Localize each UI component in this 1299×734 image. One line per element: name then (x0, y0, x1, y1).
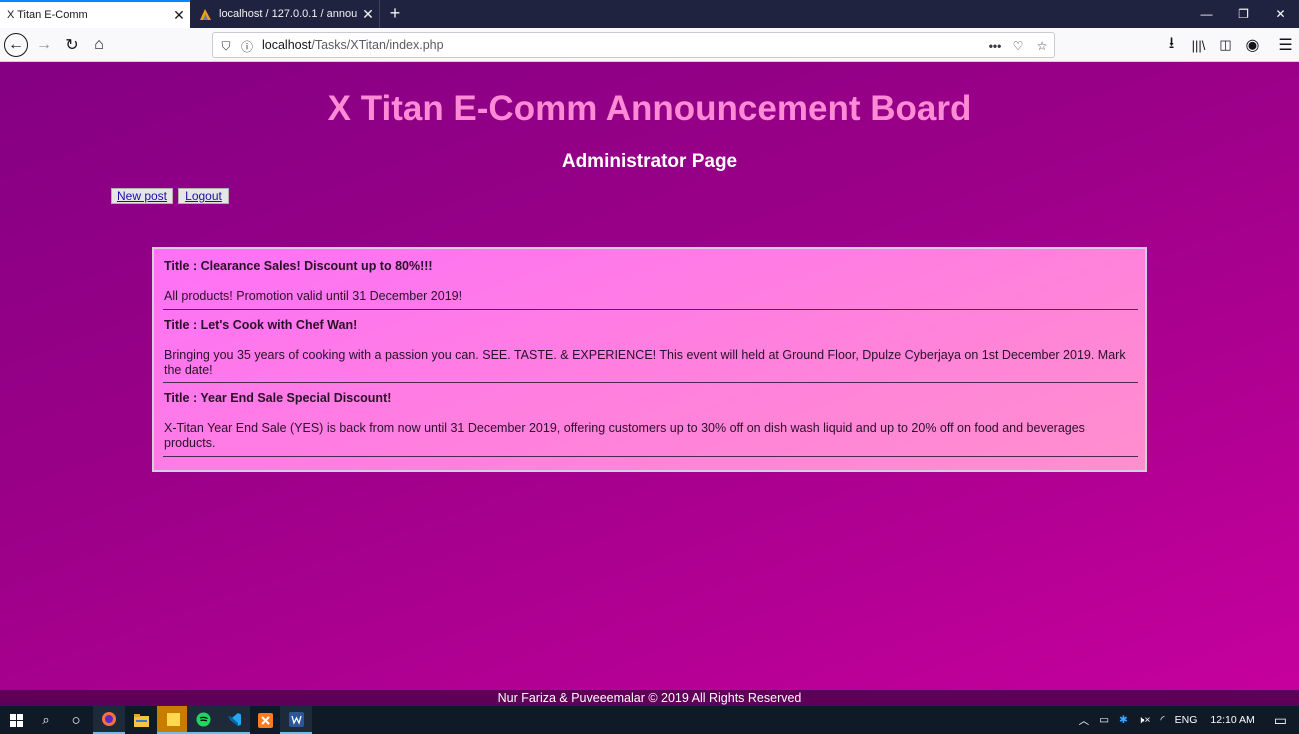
battery-icon[interactable]: ▭ (1099, 714, 1109, 726)
sidebar-icon[interactable]: ◫ (1212, 32, 1239, 58)
minimize-icon[interactable]: — (1188, 0, 1225, 28)
announcement-post: Title : Clearance Sales! Discount up to … (163, 249, 1138, 310)
file-explorer-icon[interactable] (125, 706, 157, 734)
new-tab-icon[interactable]: + (384, 0, 406, 28)
menu-icon[interactable]: ☰ (1272, 32, 1299, 58)
page-title: X Titan E-Comm Announcement Board (327, 89, 972, 128)
navigation-toolbar: ← → ↻ ⌂ ⛉ ⓘ localhost/Tasks/XTitan/index… (0, 28, 1299, 62)
home-icon[interactable]: ⌂ (86, 32, 112, 58)
toolbar-right: ⭳ |||\ ◫ ◉ ☰ (1158, 32, 1299, 58)
vscode-icon[interactable] (218, 706, 250, 734)
firefox-icon[interactable] (93, 706, 125, 734)
page-actions-icon[interactable]: ••• (987, 38, 1003, 54)
library-icon[interactable]: |||\ (1185, 32, 1212, 58)
cortana-icon[interactable]: ○ (60, 706, 92, 734)
url-path: /Tasks/XTitan/index.php (311, 38, 444, 52)
sticky-notes-icon[interactable] (157, 706, 189, 734)
page-content: X Titan E-Comm Announcement Board Admini… (0, 62, 1299, 706)
volume-muted-icon[interactable]: 🕨× (1138, 714, 1151, 727)
post-body: Bringing you 35 years of cooking with a … (164, 348, 1126, 377)
tracking-shield-icon[interactable]: ⛉ (218, 38, 234, 54)
close-window-icon[interactable]: ✕ (1262, 0, 1299, 28)
notifications-icon[interactable]: ▭ (1274, 712, 1287, 729)
phpmyadmin-icon (199, 8, 212, 21)
spotify-icon[interactable] (187, 706, 219, 734)
account-icon[interactable]: ◉ (1239, 32, 1266, 58)
post-title: Title : Year End Sale Special Discount! (164, 391, 392, 405)
post-body: X-Titan Year End Sale (YES) is back from… (164, 421, 1085, 450)
url-host: localhost (262, 38, 312, 52)
windows-start-icon[interactable] (0, 706, 32, 734)
browser-tab-strip: X Titan E-Comm ✕ localhost / 127.0.0.1 /… (0, 0, 1299, 28)
post-body: All products! Promotion valid until 31 D… (164, 289, 463, 303)
logout-button[interactable]: Logout (178, 188, 229, 204)
page-subtitle: Administrator Page (561, 151, 738, 172)
show-hidden-icons-icon[interactable]: ︿ (1079, 713, 1090, 728)
search-icon[interactable]: ⌕ (30, 706, 62, 734)
language-indicator[interactable]: ENG (1175, 714, 1198, 726)
announcement-post: Title : Year End Sale Special Discount! … (163, 383, 1138, 457)
tab-phpmyadmin[interactable]: localhost / 127.0.0.1 / announce ✕ (190, 0, 380, 28)
bluetooth-icon[interactable]: ✱ (1119, 714, 1128, 726)
reload-icon[interactable]: ↻ (59, 32, 85, 58)
clock[interactable]: 12:10 AM (1210, 714, 1254, 726)
close-tab-icon[interactable]: ✕ (168, 1, 190, 29)
window-controls: — ❐ ✕ (1188, 0, 1299, 28)
url-text: localhost/Tasks/XTitan/index.php (262, 38, 444, 52)
site-info-icon[interactable]: ⓘ (239, 38, 255, 54)
close-tab-icon[interactable]: ✕ (357, 0, 379, 28)
tab-title: X Titan E-Comm (7, 9, 88, 21)
windows-taskbar: ⌕ ○ ︿ ▭ ✱ 🕨× ◜ ENG 12:10 AM ▭ (0, 706, 1299, 734)
back-icon[interactable]: ← (4, 33, 28, 57)
url-bar[interactable]: ⛉ ⓘ localhost/Tasks/XTitan/index.php •••… (212, 32, 1055, 58)
tab-xtitan[interactable]: X Titan E-Comm ✕ (0, 0, 190, 28)
bookmark-star-icon[interactable]: ☆ (1034, 38, 1050, 54)
forward-icon[interactable]: → (31, 32, 57, 58)
page-footer: Nur Fariza & Puveeemalar © 2019 All Righ… (0, 690, 1299, 706)
downloads-icon[interactable]: ⭳ (1158, 32, 1185, 58)
tab-title: localhost / 127.0.0.1 / announce (219, 8, 357, 20)
xampp-icon[interactable] (249, 706, 281, 734)
restore-icon[interactable]: ❐ (1225, 0, 1262, 28)
post-title: Title : Clearance Sales! Discount up to … (164, 259, 433, 273)
post-title: Title : Let's Cook with Chef Wan! (164, 318, 358, 332)
announcement-post: Title : Let's Cook with Chef Wan! Bringi… (163, 310, 1138, 383)
wifi-icon[interactable]: ◜ (1161, 714, 1165, 726)
pocket-icon[interactable]: ♡ (1010, 38, 1026, 54)
new-post-button[interactable]: New post (111, 188, 173, 204)
word-icon[interactable] (280, 706, 312, 734)
announcement-board: Title : Clearance Sales! Discount up to … (152, 247, 1147, 472)
system-tray: ︿ ▭ ✱ 🕨× ◜ ENG 12:10 AM ▭ (1074, 706, 1299, 734)
